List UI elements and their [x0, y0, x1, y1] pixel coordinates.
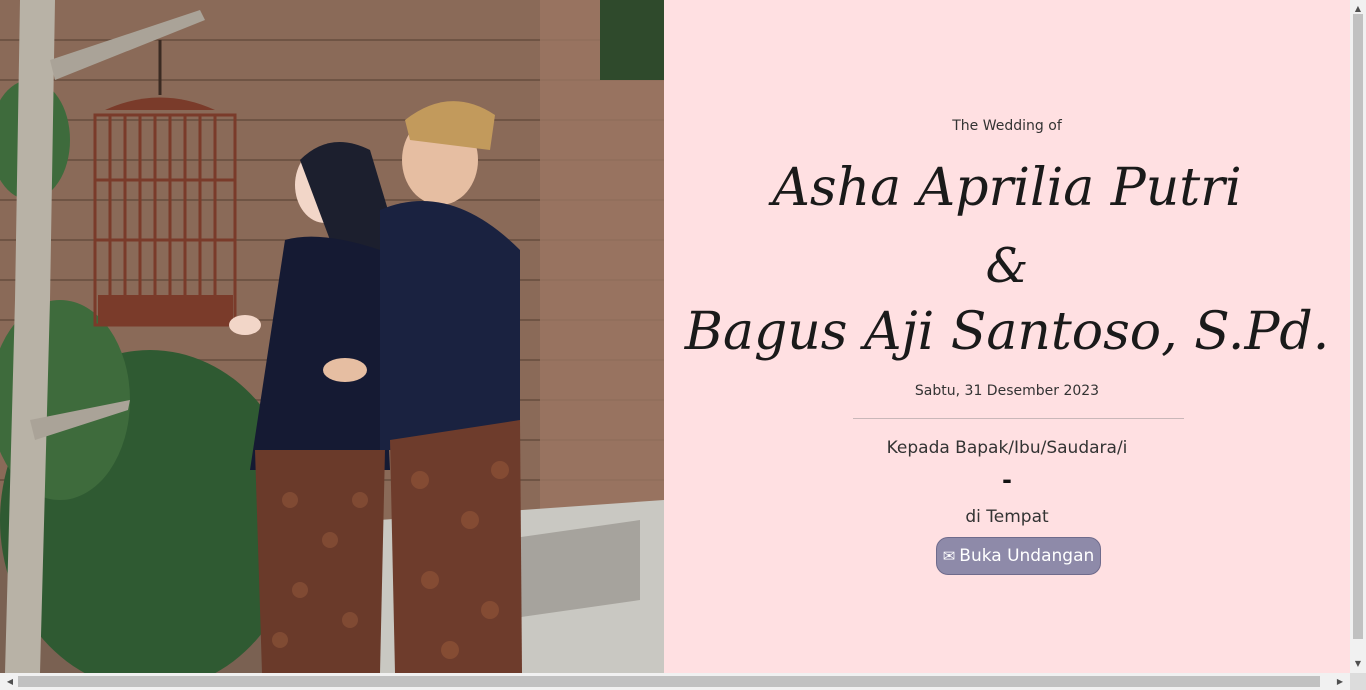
vertical-scroll-thumb[interactable] [1353, 14, 1363, 639]
bride-name: Asha Aprilia Putri [772, 158, 1242, 218]
wedding-subtitle: The Wedding of [952, 118, 1062, 134]
groom-name: Bagus Aji Santoso, S.Pd. [684, 302, 1330, 362]
scrollbar-corner [1350, 673, 1366, 690]
horizontal-scrollbar[interactable]: ◀ ▶ [0, 673, 1350, 690]
open-invitation-label: Buka Undangan [959, 546, 1095, 566]
ampersand: & [985, 238, 1029, 294]
vertical-scrollbar[interactable]: ▲ ▼ [1350, 0, 1366, 673]
invitation-panel: The Wedding of Asha Aprilia Putri & Bagu… [664, 0, 1350, 673]
guest-place: di Tempat [965, 507, 1049, 527]
open-invitation-button[interactable]: ✉ Buka Undangan [936, 537, 1101, 575]
guest-greeting: Kepada Bapak/Ibu/Saudara/i [886, 438, 1128, 458]
envelope-icon: ✉ [942, 547, 956, 565]
scroll-right-icon[interactable]: ▶ [1332, 673, 1348, 689]
horizontal-scroll-thumb[interactable] [18, 676, 1320, 687]
couple-photo [0, 0, 664, 673]
guest-name: - [1002, 466, 1012, 494]
scroll-down-icon[interactable]: ▼ [1350, 655, 1366, 671]
divider [853, 418, 1184, 419]
scroll-left-icon[interactable]: ◀ [2, 673, 18, 689]
wedding-date: Sabtu, 31 Desember 2023 [914, 383, 1100, 399]
